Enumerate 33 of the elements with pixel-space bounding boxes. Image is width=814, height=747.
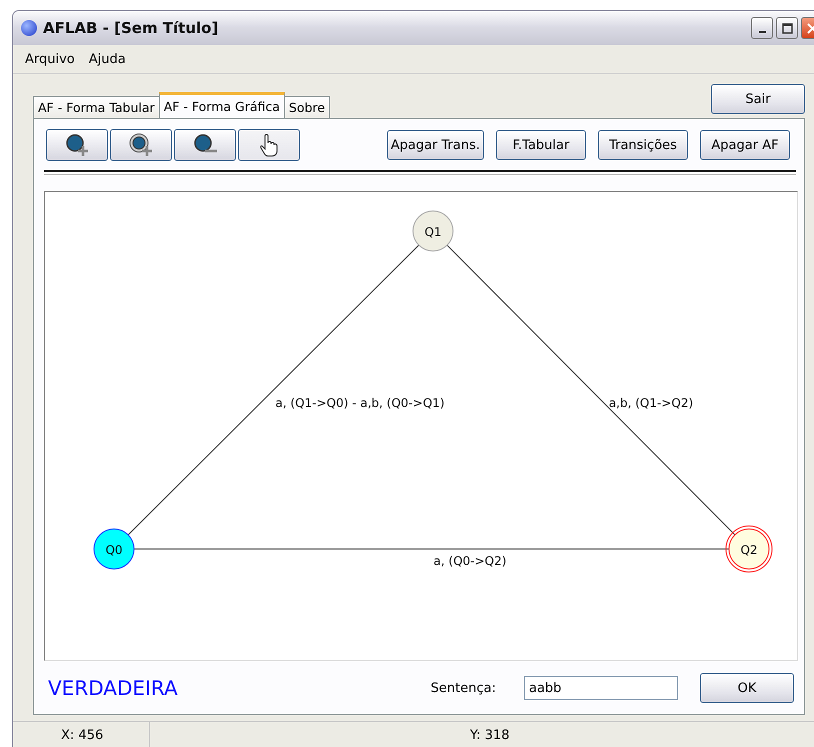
transition-label: a,b, (Q1->Q2) <box>608 396 694 410</box>
app-logo-icon <box>21 20 37 36</box>
state-node[interactable]: Q0 <box>94 528 134 570</box>
tab[interactable]: AF - Forma Tabular <box>33 96 160 118</box>
transition-label: a, (Q1->Q0) - a,b, (Q0->Q1) <box>275 396 445 410</box>
tab[interactable]: Sobre <box>284 96 330 118</box>
action-button[interactable]: Transições <box>598 130 688 160</box>
status-text: Y: 318 <box>469 727 510 745</box>
state-node[interactable]: Q2 <box>726 526 772 572</box>
sentence-label: Sentença: <box>430 680 496 696</box>
window-title: AFLAB - [Sem Título] <box>43 19 220 37</box>
tool-button[interactable] <box>174 129 236 161</box>
action-button[interactable]: Apagar Trans. <box>386 130 484 160</box>
transition-label: a, (Q0->Q2) <box>434 554 506 568</box>
state-node[interactable]: Q1 <box>412 210 454 252</box>
minimize-icon <box>758 31 766 33</box>
tab[interactable]: AF - Forma Gráfica <box>158 92 285 118</box>
exit-button[interactable]: Sair <box>711 84 805 114</box>
double-circle-plus-icon <box>127 132 155 158</box>
maximize-button[interactable] <box>776 17 798 39</box>
sentence-field[interactable]: aabb <box>524 676 678 700</box>
tool-button[interactable] <box>110 129 172 161</box>
menu-item[interactable]: Ajuda <box>88 52 126 66</box>
result-text: VERDADEIRA <box>47 676 179 700</box>
tool-button[interactable] <box>238 129 300 161</box>
tool-button[interactable] <box>46 129 108 161</box>
menu-item[interactable]: Arquivo <box>25 52 75 66</box>
action-button[interactable]: Apagar AF <box>700 130 790 160</box>
ok-button[interactable]: OK <box>700 673 794 703</box>
status-text: X: 456 <box>13 722 150 747</box>
action-button[interactable]: F.Tabular <box>496 130 586 160</box>
minimize-button[interactable] <box>751 17 773 39</box>
maximize-icon <box>782 22 792 34</box>
